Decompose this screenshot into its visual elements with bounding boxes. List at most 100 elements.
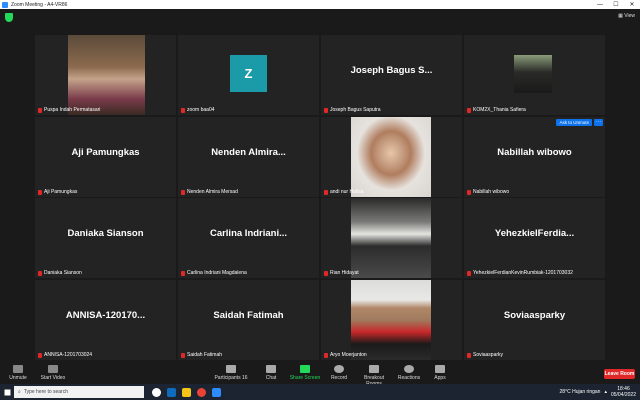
participant-name: Soviaasparky — [473, 352, 504, 358]
participant-video — [351, 117, 431, 197]
participant-tile[interactable]: Saidah Fatimah Saidah Fatimah — [178, 280, 319, 360]
participants-count: 16 — [241, 375, 248, 381]
clock-date: 05/04/2022 — [610, 392, 636, 398]
chat-label: Chat — [265, 375, 277, 381]
participant-name: Joseph Bagus Saputra — [330, 107, 381, 113]
participant-tile[interactable]: Soviaasparky Soviaasparky — [464, 280, 605, 360]
participant-tile[interactable]: andi nur Halisa — [321, 117, 462, 197]
participant-video — [351, 198, 431, 278]
view-button[interactable]: ▦ View — [618, 13, 635, 19]
edge-icon[interactable] — [167, 387, 176, 397]
muted-mic-icon — [38, 189, 42, 195]
participant-name: YehezkielFerdianKevinRumbiak-1201703032 — [473, 270, 573, 276]
participant-tile[interactable]: Carlina Indriani... Carlina Indriani Mag… — [178, 198, 319, 278]
muted-mic-icon — [324, 107, 328, 113]
windows-logo-icon — [3, 388, 11, 396]
muted-mic-icon — [181, 107, 185, 113]
leave-room-button[interactable]: Leave Room — [604, 369, 635, 379]
weather-label[interactable]: 28°C Hujan ringan — [560, 389, 601, 395]
participant-name: Rian Hidayat — [330, 270, 359, 276]
reactions-label: Reactions — [397, 375, 421, 381]
participant-display-name: ANNISA-120170... — [65, 310, 146, 321]
zoom-app-icon — [2, 1, 8, 8]
participant-name-tag: ANNISA-1201703024 — [38, 352, 92, 358]
minimize-button[interactable]: — — [592, 0, 608, 9]
file-explorer-icon[interactable] — [182, 387, 191, 397]
muted-mic-icon — [38, 352, 42, 358]
task-view-icon[interactable] — [152, 387, 161, 397]
network-icon[interactable]: ▴ — [604, 389, 607, 395]
muted-mic-icon — [181, 270, 185, 276]
muted-mic-icon — [38, 270, 42, 276]
taskbar-pinned-apps — [152, 387, 221, 397]
muted-mic-icon — [13, 365, 23, 373]
chrome-icon[interactable] — [197, 387, 206, 397]
chat-button[interactable]: Chat — [253, 365, 289, 381]
participant-tile[interactable]: Daniaka Sianson Daniaka Sianson — [35, 198, 176, 278]
security-shield-icon[interactable] — [5, 13, 13, 22]
zoom-icon[interactable] — [212, 387, 221, 397]
muted-mic-icon — [467, 189, 471, 195]
participant-name-tag: Aji Pamungkas — [38, 189, 77, 195]
search-icon: ⌕ — [18, 389, 21, 395]
share-screen-label: Share Screen — [289, 375, 321, 381]
participant-name: KOM2X_Thania Safiera — [473, 107, 526, 113]
muted-mic-icon — [324, 352, 328, 358]
share-screen-button[interactable]: Share Screen — [287, 365, 323, 381]
participant-tile[interactable]: Nenden Almira... Nenden Almira Mersad — [178, 117, 319, 197]
participant-name-tag: andi nur Halisa — [324, 189, 363, 195]
record-label: Record — [330, 375, 348, 381]
participants-icon — [226, 365, 236, 373]
search-placeholder: Type here to search — [23, 389, 69, 395]
participant-display-name: Joseph Bagus S... — [350, 65, 433, 76]
participant-tile[interactable]: Puspa Indah Permatasari — [35, 35, 176, 115]
participant-name-tag: Nabillah wibowo — [467, 189, 509, 195]
chat-icon — [266, 365, 276, 373]
participant-name: Aji Pamungkas — [44, 189, 78, 195]
participant-display-name: Carlina Indriani... — [209, 228, 288, 239]
participant-name-tag: YehezkielFerdianKevinRumbiak-1201703032 — [467, 270, 573, 276]
muted-mic-icon — [467, 270, 471, 276]
close-button[interactable]: ✕ — [624, 0, 640, 9]
apps-label: Apps — [434, 375, 446, 381]
participant-name-tag: Puspa Indah Permatasari — [38, 107, 100, 113]
share-screen-icon — [300, 365, 310, 373]
record-button[interactable]: Record — [321, 365, 357, 381]
participant-tile[interactable]: Rian Hidayat — [321, 198, 462, 278]
participant-name: Daniaka Sianson — [44, 270, 82, 276]
participant-name-tag: Daniaka Sianson — [38, 270, 82, 276]
more-options-button[interactable]: ··· — [594, 119, 603, 126]
apps-icon — [435, 365, 445, 373]
participants-label: Participants — [214, 375, 241, 381]
clock[interactable]: 18:46 05/04/2022 — [611, 386, 636, 398]
participant-tile[interactable]: YehezkielFerdia... YehezkielFerdianKevin… — [464, 198, 605, 278]
participant-name: Nabillah wibowo — [473, 189, 510, 195]
participant-tile[interactable]: Joseph Bagus S... Joseph Bagus Saputra — [321, 35, 462, 115]
muted-mic-icon — [324, 189, 328, 195]
participants-button[interactable]: Participants 16 — [213, 365, 249, 381]
participant-display-name: Saidah Fatimah — [213, 310, 284, 321]
ask-to-unmute-button[interactable]: Ask to Unmute — [556, 119, 592, 126]
participant-tile[interactable]: ANNISA-120170... ANNISA-1201703024 — [35, 280, 176, 360]
participant-tile[interactable]: Ask to Unmute ··· Nabillah wibowo Nabill… — [464, 117, 605, 197]
apps-button[interactable]: Apps — [422, 365, 458, 381]
participant-video — [351, 280, 431, 360]
start-video-button[interactable]: Start Video — [35, 365, 71, 381]
participant-name-tag: KOM2X_Thania Safiera — [467, 107, 526, 113]
participant-display-name: Nenden Almira... — [211, 147, 286, 158]
unmute-label: Unmute — [9, 375, 27, 381]
participant-name-tag: Aryo Moerjanton — [324, 352, 367, 358]
system-tray: 28°C Hujan ringan ▴ 18:46 05/04/2022 — [560, 384, 636, 400]
taskbar-search-input[interactable]: ⌕ Type here to search — [14, 386, 144, 398]
meeting-topbar: ▦ View — [0, 9, 640, 27]
participant-tile[interactable]: Aryo Moerjanton — [321, 280, 462, 360]
participant-tile[interactable]: Aji Pamungkas Aji Pamungkas — [35, 117, 176, 197]
participant-tile[interactable]: Z zoom baa04 — [178, 35, 319, 115]
unmute-button[interactable]: Unmute — [0, 365, 36, 381]
participant-tile[interactable]: KOM2X_Thania Safiera — [464, 35, 605, 115]
start-button[interactable] — [0, 384, 14, 400]
participant-name: Puspa Indah Permatasari — [44, 107, 101, 113]
participant-name-tag: zoom baa04 — [181, 107, 215, 113]
maximize-button[interactable]: ☐ — [608, 0, 624, 9]
breakout-rooms-icon — [369, 365, 379, 373]
